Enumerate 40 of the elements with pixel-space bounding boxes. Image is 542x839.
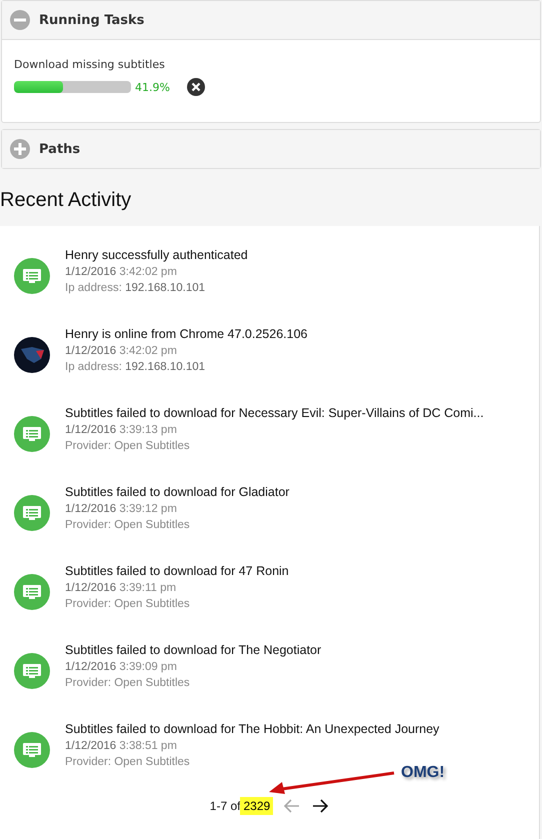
activity-title: Subtitles failed to download for 47 Ronin <box>65 564 289 578</box>
panel-title[interactable]: Paths <box>39 142 80 156</box>
annotation-text: OMG! <box>401 764 445 782</box>
activity-detail: Provider: Open Subtitles <box>65 598 191 610</box>
activity-title: Subtitles failed to download for The Hobbit: An Unexpected Journey <box>65 722 440 736</box>
activity-detail: Provider: Open Subtitles <box>65 519 191 531</box>
screen-icon <box>14 495 50 531</box>
activity-date: 1/12/2016 3:39:12 pm <box>65 503 178 515</box>
screen-icon <box>14 258 50 294</box>
activity-date: 1/12/2016 3:39:13 pm <box>65 424 178 436</box>
screen-icon <box>14 416 50 452</box>
activity-detail: Ip address: 192.168.10.101 <box>65 361 206 373</box>
activity-detail: Ip address: 192.168.10.101 <box>65 282 206 294</box>
progress-reading: 41.9% <box>135 80 170 94</box>
activity-date: 1/12/2016 3:42:02 pm <box>65 345 178 357</box>
panel-title[interactable]: Running Tasks <box>39 12 144 28</box>
minus-icon[interactable] <box>10 10 30 30</box>
page-total: 2329 <box>240 797 274 815</box>
page-range: 1-7 of <box>210 799 240 813</box>
activity-date: 1/12/2016 3:38:51 pm <box>65 740 178 752</box>
avatar-icon <box>14 337 50 373</box>
activity-title: Subtitles failed to download for The Negotiator <box>65 643 322 657</box>
activity-title: Subtitles failed to download for Gladiator <box>65 485 290 499</box>
activity-title: Henry is online from Chrome 47.0.2526.106 <box>65 327 308 341</box>
activity-title: Subtitles failed to download for Necessary Evil: Super-Villains of DC Comi... <box>65 406 484 420</box>
section-heading: Recent Activity <box>0 189 132 212</box>
task-name: Download missing subtitles <box>14 58 166 71</box>
activity-date: 1/12/2016 3:42:02 pm <box>65 266 178 278</box>
activity-detail: Provider: Open Subtitles <box>65 756 191 768</box>
activity-date: 1/12/2016 3:39:11 pm <box>65 582 178 594</box>
next-button[interactable] <box>311 797 330 815</box>
plus-icon[interactable] <box>10 139 30 159</box>
activity-date: 1/12/2016 3:39:09 pm <box>65 661 178 673</box>
cancel-icon[interactable] <box>186 78 205 96</box>
activity-detail: Provider: Open Subtitles <box>65 677 191 689</box>
activity-detail: Provider: Open Subtitles <box>65 440 191 452</box>
activity-title: Henry successfully authenticated <box>65 248 248 262</box>
screen-icon <box>14 732 50 768</box>
screen-icon <box>14 574 50 610</box>
screen-icon <box>14 653 50 689</box>
